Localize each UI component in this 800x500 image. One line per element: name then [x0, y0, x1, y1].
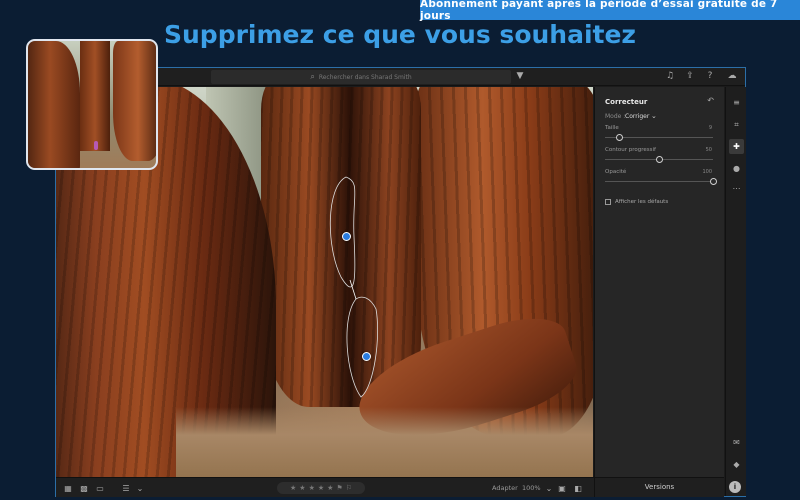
thumb-tree [28, 41, 80, 168]
cloud-icon[interactable]: ☁ [726, 70, 738, 82]
search-icon: ⌕ [310, 72, 315, 81]
star-icon[interactable]: ★ [327, 484, 333, 492]
help-icon[interactable]: ? [704, 70, 716, 82]
zoom-select[interactable]: 100% [522, 484, 541, 492]
feather-slider-thumb[interactable] [656, 156, 663, 163]
tag-icon[interactable]: ◆ [729, 457, 744, 472]
comment-icon[interactable]: ✉ [729, 435, 744, 450]
before-thumbnail [26, 39, 158, 170]
detail-view-icon[interactable]: ▭ [94, 482, 106, 494]
top-bar: ⌕ Rechercher dans Sharad Smith ▼ ♫ ⇪ ? ☁ [56, 68, 745, 86]
feather-value: 50 [705, 147, 712, 153]
reset-icon[interactable]: ↶ [707, 96, 714, 105]
thumb-tree [80, 41, 110, 151]
star-icon[interactable]: ★ [318, 484, 324, 492]
search-placeholder: Rechercher dans Sharad Smith [318, 73, 412, 81]
compare-icon[interactable]: ▣ [556, 482, 568, 494]
thumb-tree [113, 41, 156, 161]
star-icon[interactable]: ★ [290, 484, 296, 492]
fit-button[interactable]: Adapter [492, 484, 518, 492]
rating-bar[interactable]: ★ ★ ★ ★ ★ ⚑ ⚐ [277, 482, 365, 494]
filter-icon[interactable]: ▼ [514, 70, 526, 82]
opacity-slider[interactable] [605, 178, 717, 185]
sort-chevron-icon[interactable]: ⌄ [134, 482, 146, 494]
show-defaults-row[interactable]: Afficher les défauts [605, 199, 668, 205]
opacity-value: 100 [702, 169, 712, 175]
feather-label: Contour progressif [605, 147, 656, 153]
show-defaults-label: Afficher les défauts [615, 199, 669, 205]
tool-strip: ≡ ⌗ ✚ ● ⋯ ✉ ◆ [725, 87, 746, 496]
app-window: ⌕ Rechercher dans Sharad Smith ▼ ♫ ⇪ ? ☁… [55, 67, 746, 497]
star-icon[interactable]: ★ [299, 484, 305, 492]
size-value: 9 [708, 125, 712, 131]
flag-icon[interactable]: ⚑ [336, 484, 342, 492]
panel-title: Correcteur [605, 98, 648, 106]
chevron-down-icon[interactable]: ⌄ [651, 112, 657, 120]
healing-panel: Correcteur ↶ Mode : Corriger ⌄ Taille 9 … [594, 87, 724, 477]
target-pin[interactable] [362, 352, 371, 361]
mode-label: Mode : [605, 113, 626, 120]
square-grid-icon[interactable]: ▩ [78, 482, 90, 494]
size-slider-thumb[interactable] [616, 134, 624, 141]
trial-banner: Abonnement payant après la période d’ess… [420, 0, 800, 22]
split-view-icon[interactable]: ◧ [572, 482, 584, 494]
edit-sliders-icon[interactable]: ≡ [729, 95, 744, 110]
sort-icon[interactable]: ☰ [120, 482, 132, 494]
star-icon[interactable]: ★ [309, 484, 315, 492]
size-slider[interactable] [605, 134, 713, 141]
size-label: Taille [605, 125, 619, 131]
opacity-label: Opacité [605, 169, 627, 175]
feather-slider[interactable] [605, 156, 713, 163]
zoom-chevron-icon[interactable]: ⌄ [543, 482, 555, 494]
healing-icon[interactable]: ✚ [729, 139, 744, 154]
bell-icon[interactable]: ♫ [664, 70, 676, 82]
show-defaults-checkbox[interactable] [605, 199, 611, 205]
thumb-person [94, 141, 98, 150]
crop-icon[interactable]: ⌗ [729, 117, 744, 132]
mask-icon[interactable]: ● [729, 161, 744, 176]
opacity-slider-thumb[interactable] [710, 178, 717, 185]
versions-tab[interactable]: Versions [594, 477, 724, 497]
info-icon[interactable]: i [729, 481, 741, 493]
grid-view-icon[interactable]: ▦ [62, 482, 74, 494]
mode-select[interactable]: Corriger [625, 113, 649, 120]
reject-flag-icon[interactable]: ⚐ [346, 484, 352, 492]
share-icon[interactable]: ⇪ [684, 70, 696, 82]
source-pin[interactable] [342, 232, 351, 241]
more-icon[interactable]: ⋯ [729, 181, 744, 196]
search-input[interactable]: ⌕ Rechercher dans Sharad Smith [211, 70, 511, 84]
